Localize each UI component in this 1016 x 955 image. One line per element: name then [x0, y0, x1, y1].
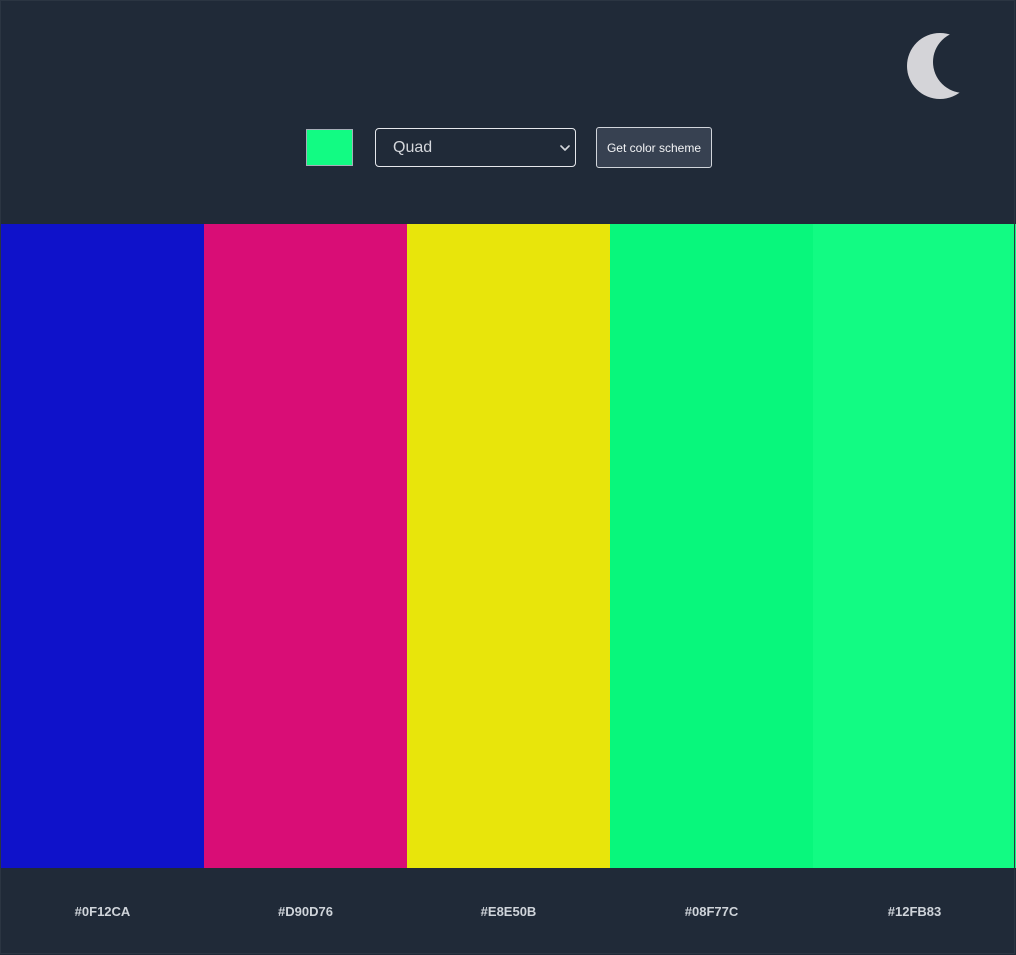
scheme-mode-selected: Quad [393, 138, 433, 156]
color-palette [1, 224, 1016, 868]
header: Quad Get color scheme [0, 0, 1016, 224]
hex-code-label[interactable]: #08F77C [610, 868, 813, 954]
hex-code-label[interactable]: #D90D76 [204, 868, 407, 954]
color-swatch[interactable] [1, 224, 204, 868]
color-swatch[interactable] [610, 224, 813, 868]
hex-code-label[interactable]: #12FB83 [813, 868, 1016, 954]
chevron-down-icon [560, 145, 570, 151]
get-color-scheme-button[interactable]: Get color scheme [596, 127, 712, 168]
scheme-mode-select[interactable]: Quad [375, 128, 576, 167]
color-swatch[interactable] [204, 224, 407, 868]
hex-code-label[interactable]: #E8E50B [407, 868, 610, 954]
moon-icon [907, 33, 973, 99]
theme-toggle-button[interactable] [903, 28, 975, 104]
seed-color-picker[interactable] [306, 129, 353, 166]
hex-code-label[interactable]: #0F12CA [1, 868, 204, 954]
hex-labels: #0F12CA #D90D76 #E8E50B #08F77C #12FB83 [1, 868, 1016, 954]
color-swatch[interactable] [407, 224, 610, 868]
color-swatch[interactable] [813, 224, 1016, 868]
